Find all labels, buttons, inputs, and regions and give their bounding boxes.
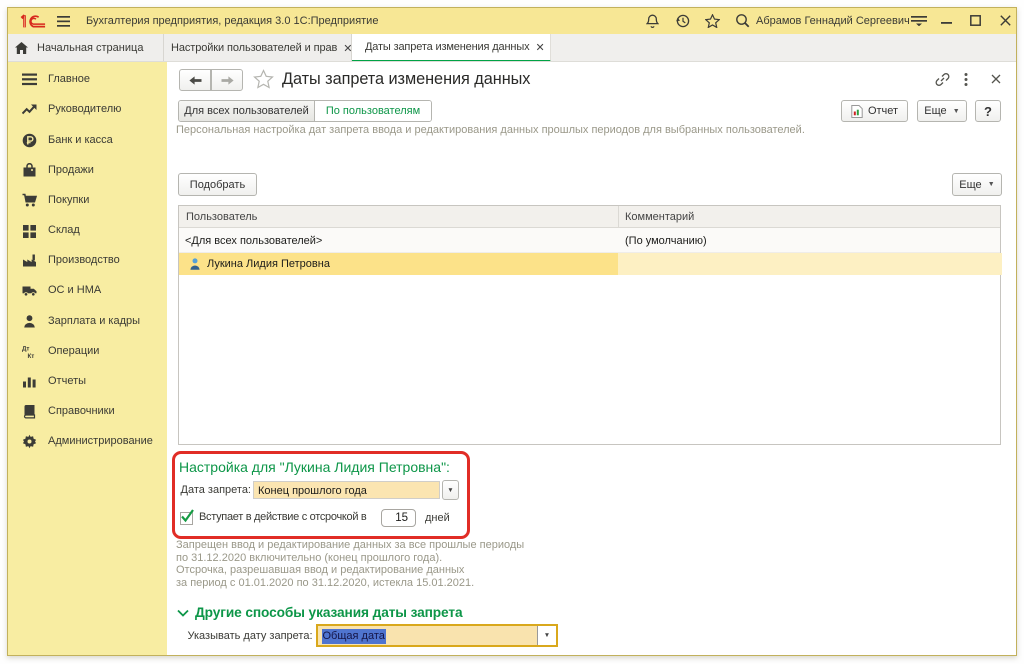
- svg-text:Дт: Дт: [22, 346, 29, 353]
- svg-text:Кт: Кт: [28, 353, 35, 359]
